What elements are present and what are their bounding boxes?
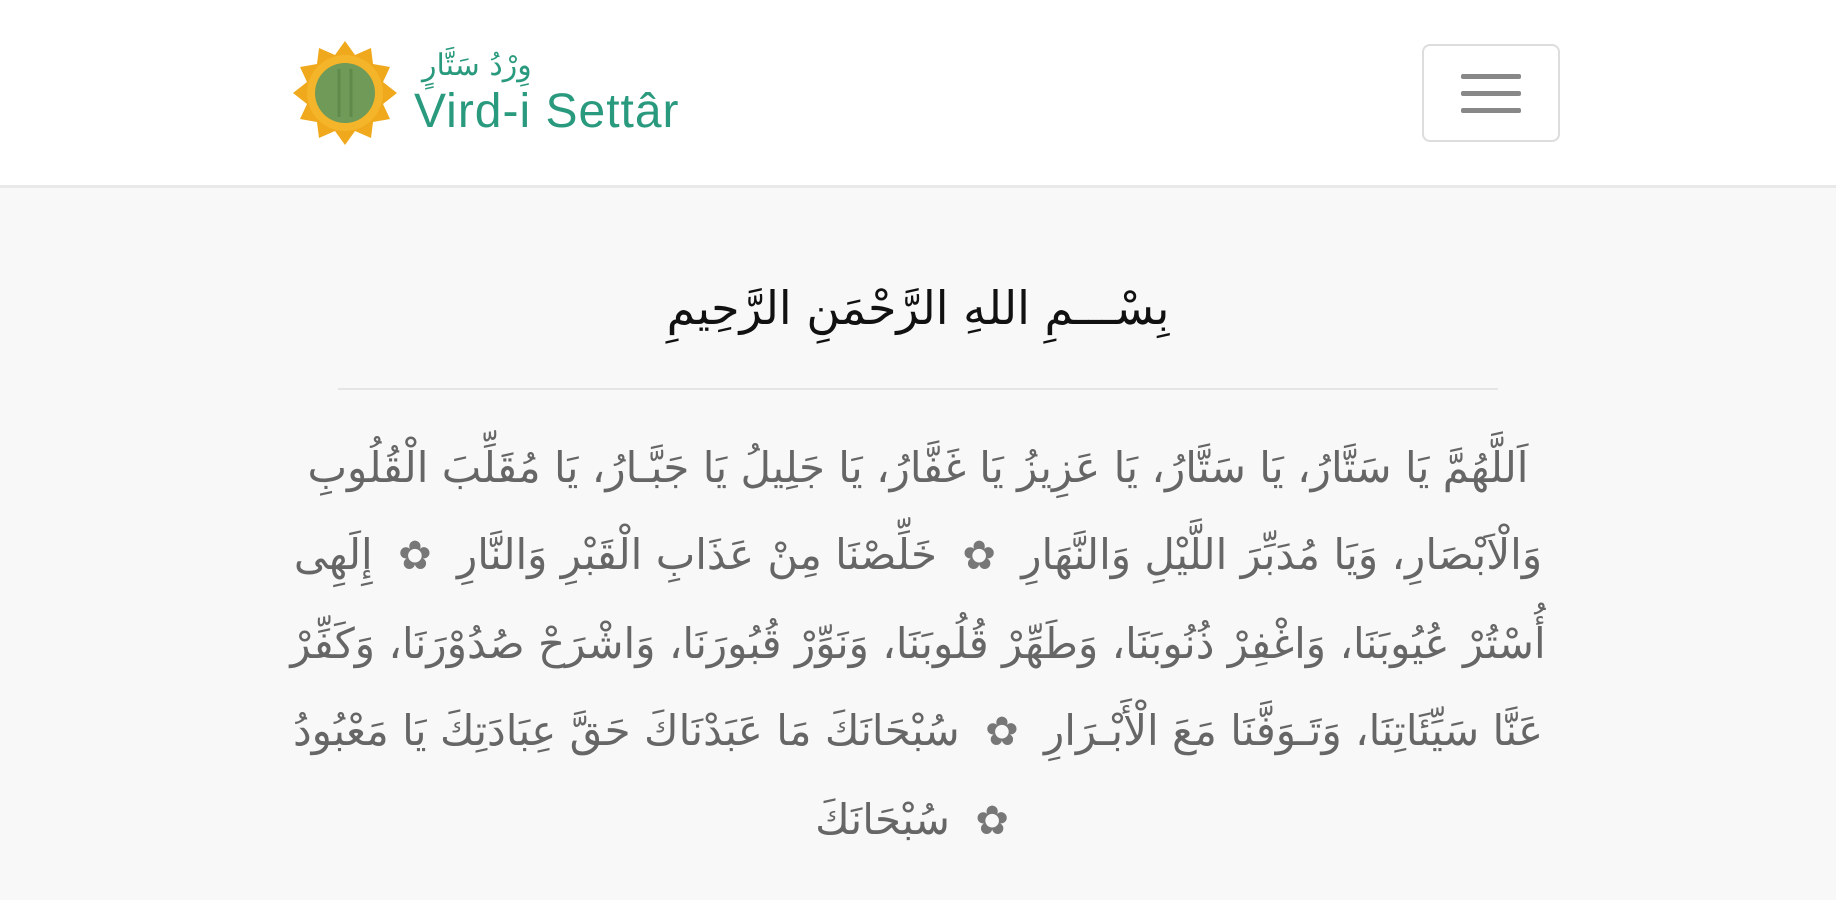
brand-arabic-name: وِرْدُ سَتَّارٍ (422, 48, 532, 83)
sun-logo-icon (290, 40, 400, 146)
top-navbar: وِرْدُ سَتَّارٍ Vird-i Settâr (0, 0, 1836, 188)
prayer-segment-4: سُبْحَانَكَ مَا عَبَدْنَاكَ حَقَّ عِبَاد… (292, 706, 960, 755)
basmala-heading: بِسْـــمِ اللهِ الرَّحْمَنِ الرَّحِيمِ (666, 281, 1170, 335)
flower-separator-icon: ✿ (962, 533, 996, 579)
brand-link[interactable]: وِرْدُ سَتَّارٍ Vird-i Settâr (290, 40, 680, 146)
prayer-segment-2: خَلِّصْنَا مِنْ عَذَابِ الْقَبْرِ وَالنَ… (456, 530, 937, 579)
prayer-segment-5: سُبْحَانَكَ (815, 795, 950, 844)
brand-latin-name: Vird-i Settâr (414, 85, 680, 138)
hamburger-icon-bar-bottom (1461, 107, 1521, 113)
main-content: بِسْـــمِ اللهِ الرَّحْمَنِ الرَّحِيمِ ا… (270, 188, 1566, 865)
flower-separator-icon: ✿ (985, 709, 1019, 755)
flower-separator-icon: ✿ (398, 533, 432, 579)
brand-text: وِرْدُ سَتَّارٍ Vird-i Settâr (414, 47, 680, 139)
hamburger-icon-bar-top (1461, 73, 1521, 79)
prayer-text: اَللَّهُمَّ يَا سَتَّارُ، يَا سَتَّارُ، … (270, 424, 1566, 865)
flower-separator-icon: ✿ (975, 798, 1009, 844)
menu-toggle-button[interactable] (1422, 44, 1560, 142)
hamburger-icon-bar-middle (1461, 90, 1521, 96)
section-divider (338, 388, 1498, 390)
